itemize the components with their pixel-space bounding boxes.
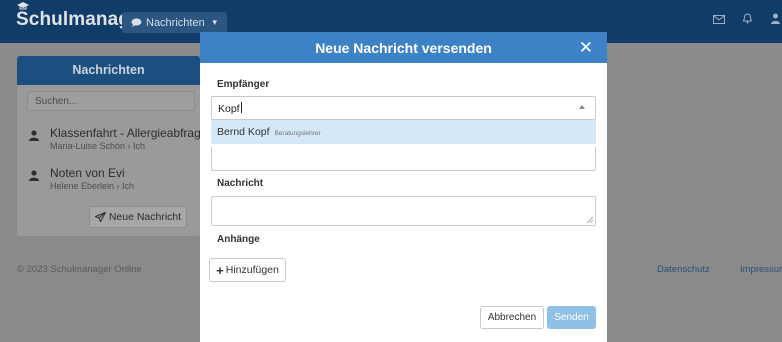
messages-search-input[interactable]: Suchen... — [27, 91, 195, 111]
suggestion-role: Beratungslehrer — [274, 130, 321, 137]
top-icons — [712, 13, 782, 27]
cancel-button[interactable]: Abbrechen — [480, 306, 544, 329]
mail-icon[interactable] — [712, 13, 726, 27]
attachments-label: Anhänge — [217, 234, 260, 245]
conversation-subject: Noten von Evi — [50, 166, 125, 180]
chevron-down-icon: ▼ — [210, 18, 219, 27]
new-message-dialog: Neue Nachricht versenden ✕ Empfänger Kop… — [200, 32, 607, 342]
chat-bubble-icon — [131, 18, 142, 27]
add-attachment-label: Hinzufügen — [225, 264, 279, 276]
footer-link-privacy[interactable]: Datenschutz — [657, 264, 710, 275]
conversation-participants: Helene Eberlein › Ich — [50, 181, 135, 191]
recipient-input-value: Kopf — [218, 103, 240, 115]
recipient-input[interactable]: Kopf — [211, 96, 596, 120]
send-button[interactable]: Senden — [547, 306, 596, 329]
caret-up-icon[interactable] — [579, 105, 585, 109]
send-icon — [94, 212, 106, 222]
person-icon — [29, 130, 39, 141]
messages-panel: Nachrichten Suchen... Klassenfahrt - All… — [17, 56, 207, 236]
nav-messages-label: Nachrichten — [146, 16, 205, 29]
new-message-label: Neue Nachricht — [108, 211, 182, 223]
conversation-participants: Maria-Luise Schön › Ich — [50, 141, 146, 151]
plus-icon: + — [216, 262, 224, 278]
person-icon — [29, 170, 39, 181]
conversation-subject: Klassenfahrt - Allergieabfrage — [50, 126, 208, 140]
resize-grip-icon[interactable] — [586, 216, 593, 223]
add-attachment-button[interactable]: + Hinzufügen — [209, 258, 286, 282]
text-caret — [240, 102, 242, 113]
user-icon[interactable] — [768, 13, 782, 27]
new-message-button[interactable]: Neue Nachricht — [89, 206, 187, 228]
messages-panel-title: Nachrichten — [17, 56, 200, 85]
close-icon[interactable]: ✕ — [579, 38, 593, 58]
message-label: Nachricht — [217, 178, 264, 189]
recipient-suggestion[interactable]: Bernd Kopf Beratungslehrer — [211, 120, 596, 144]
message-textarea[interactable] — [211, 196, 596, 226]
suggestion-name: Bernd Kopf — [217, 126, 270, 138]
footer-copyright: © 2023 Schulmanager Online — [17, 264, 142, 275]
bell-icon[interactable] — [740, 13, 754, 27]
nav-messages-dropdown[interactable]: Nachrichten ▼ — [122, 12, 227, 33]
dialog-header: Neue Nachricht versenden ✕ — [200, 32, 607, 63]
dialog-title: Neue Nachricht versenden — [315, 40, 492, 56]
footer-link-imprint[interactable]: Impressum — [740, 264, 782, 275]
recipient-field-continuation[interactable] — [211, 147, 596, 171]
recipient-label: Empfänger — [217, 79, 270, 90]
